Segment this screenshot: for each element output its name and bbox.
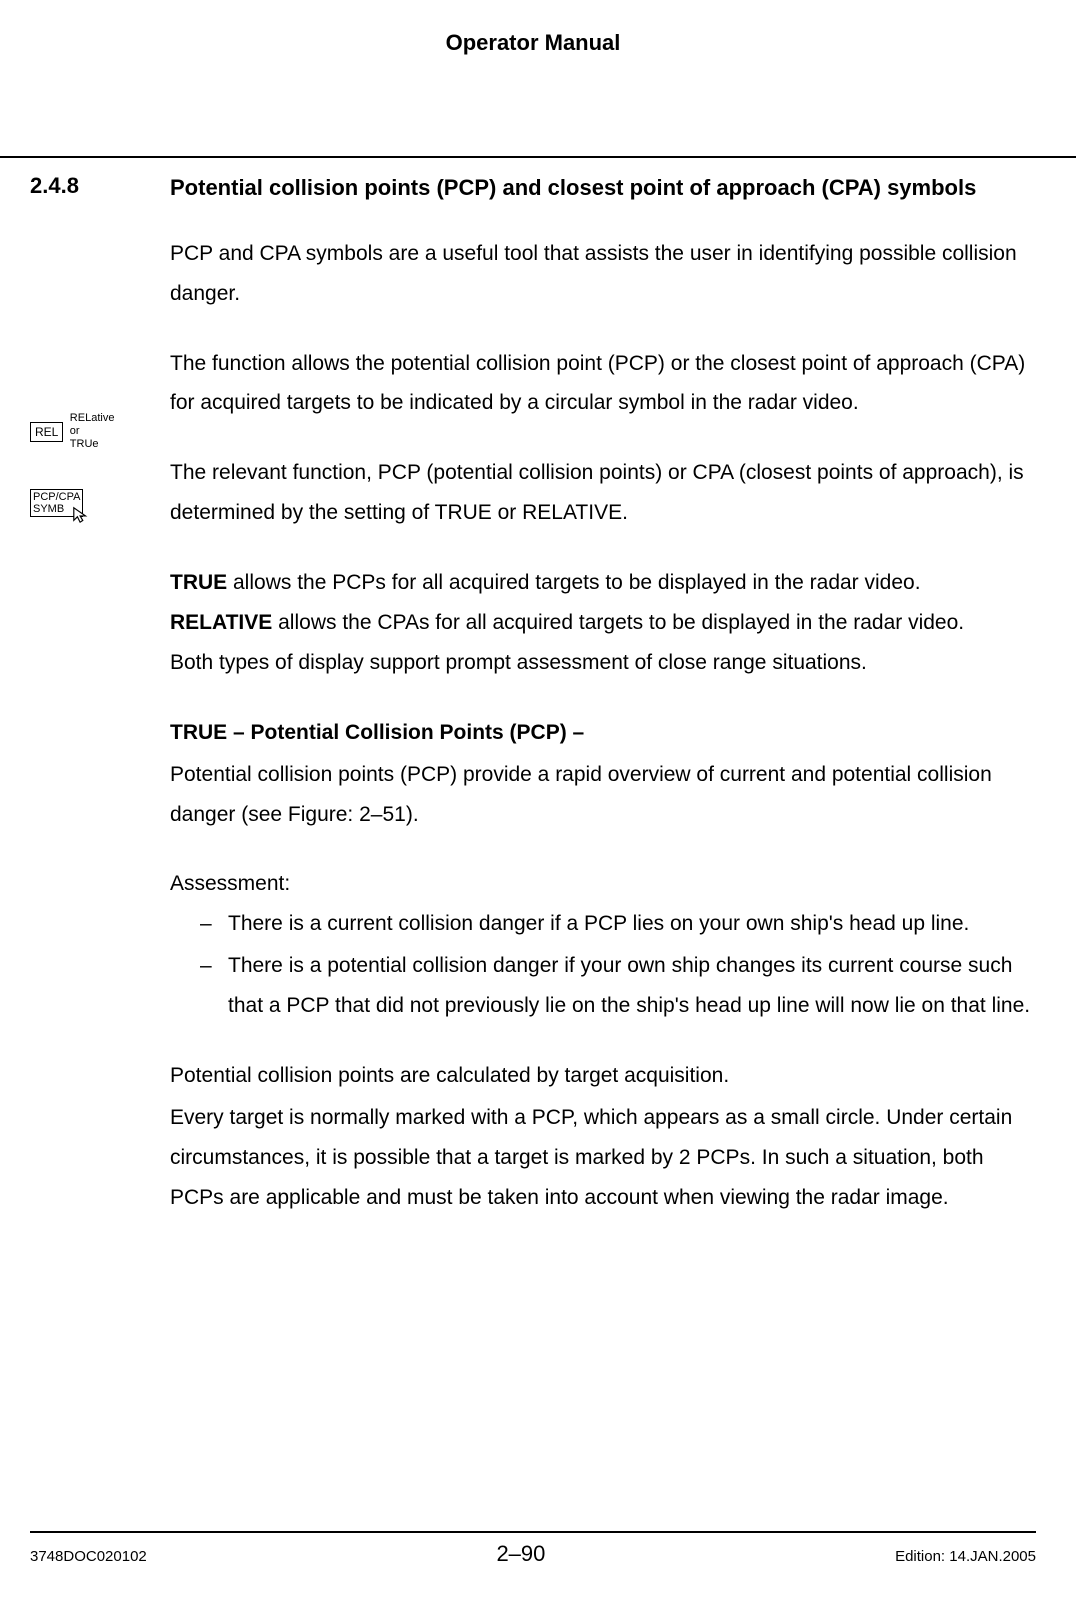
page-footer: 3748DOC020102 2–90 Edition: 14.JAN.2005: [30, 1531, 1036, 1567]
footer-doc-id: 3748DOC020102: [30, 1548, 147, 1565]
true-rest: allows the PCPs for all acquired targets…: [227, 571, 920, 594]
pcp-box-l1: PCP/CPA: [33, 491, 80, 503]
assessment-item-2: – There is a potential collision danger …: [200, 946, 1036, 1026]
section-title: Potential collision points (PCP) and clo…: [170, 173, 976, 204]
subheading-true-pcp: TRUE – Potential Collision Points (PCP) …: [170, 713, 1036, 753]
footer-rule: [30, 1531, 1036, 1533]
pcp-cpa-button-box: PCP/CPA SYMB: [30, 489, 83, 517]
assessment-text-2: There is a potential collision danger if…: [228, 946, 1036, 1026]
content-area: REL RELative or TRUe PCP/CPA SYMB PCP an…: [30, 234, 1036, 1248]
list-dash: –: [200, 946, 228, 1026]
margin-column: REL RELative or TRUe PCP/CPA SYMB: [30, 234, 170, 1248]
cursor-icon: [72, 506, 90, 524]
paragraph-4: TRUE allows the PCPs for all acquired ta…: [170, 563, 1036, 683]
paragraph-1: PCP and CPA symbols are a useful tool th…: [170, 234, 1036, 314]
pcp-cpa-widget: PCP/CPA SYMB: [30, 489, 83, 517]
footer-row: 3748DOC020102 2–90 Edition: 14.JAN.2005: [30, 1541, 1036, 1567]
body-column: PCP and CPA symbols are a useful tool th…: [170, 234, 1036, 1248]
both-text: Both types of display support prompt ass…: [170, 651, 867, 674]
paragraph-6: Potential collision points are calculate…: [170, 1056, 1036, 1096]
section-header: 2.4.8 Potential collision points (PCP) a…: [30, 173, 1036, 204]
rel-button-box: REL: [30, 422, 63, 442]
rel-label-l2: or: [70, 425, 80, 437]
rel-true-widget: REL RELative or TRUe: [30, 412, 114, 452]
top-rule: [0, 156, 1076, 158]
page-header-title: Operator Manual: [30, 30, 1036, 56]
true-label: TRUE: [170, 571, 227, 594]
pcp-box-l2: SYMB: [33, 503, 64, 515]
rel-label-l1: RELative: [70, 412, 115, 424]
paragraph-2: The function allows the potential collis…: [170, 344, 1036, 424]
section-number: 2.4.8: [30, 173, 170, 204]
paragraph-3: The relevant function, PCP (potential co…: [170, 453, 1036, 533]
relative-label: RELATIVE: [170, 611, 272, 634]
paragraph-5: Potential collision points (PCP) provide…: [170, 755, 1036, 835]
list-dash: –: [200, 904, 228, 944]
relative-rest: allows the CPAs for all acquired targets…: [272, 611, 964, 634]
assessment-label: Assessment:: [170, 864, 1036, 904]
footer-page-number: 2–90: [496, 1541, 545, 1567]
rel-label-l3: TRUe: [70, 438, 99, 450]
rel-label: RELative or TRUe: [70, 412, 115, 452]
assessment-list: – There is a current collision danger if…: [200, 904, 1036, 1026]
footer-edition: Edition: 14.JAN.2005: [895, 1548, 1036, 1565]
assessment-text-1: There is a current collision danger if a…: [228, 904, 1036, 944]
paragraph-7: Every target is normally marked with a P…: [170, 1098, 1036, 1218]
assessment-item-1: – There is a current collision danger if…: [200, 904, 1036, 944]
